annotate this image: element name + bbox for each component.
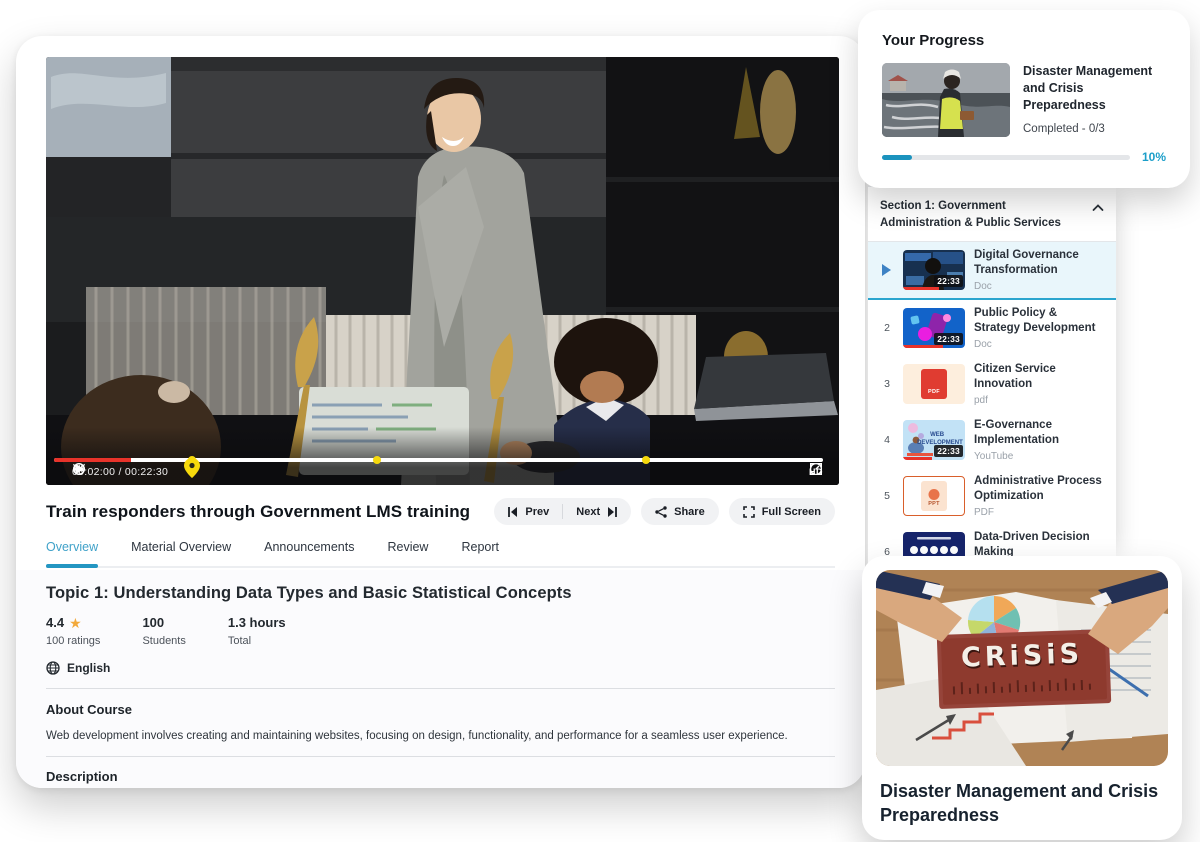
watched-strip xyxy=(903,457,932,460)
lesson-type: Doc xyxy=(974,339,1106,350)
lesson-item-5[interactable]: 5 PPT Administrative Process Optimizatio… xyxy=(868,468,1116,524)
lesson-item-4[interactable]: 4 WEB DEVELOPMENT 22:33 E-Governance Imp… xyxy=(868,412,1116,468)
tab-report[interactable]: Report xyxy=(461,540,499,566)
lesson-item-1[interactable]: 22:33 Digital Governance Transformation … xyxy=(868,242,1116,300)
video-marker-dot[interactable] xyxy=(373,456,381,464)
ppt-label: PPT xyxy=(928,501,940,507)
lesson-item-2[interactable]: 2 22:33 Public Policy & Strategy Develop… xyxy=(868,300,1116,356)
progress-bar-fill xyxy=(882,155,912,160)
lesson-title: Public Policy & Strategy Development xyxy=(974,306,1106,336)
progress-card-heading: Your Progress xyxy=(882,32,1166,49)
tab-material-overview[interactable]: Material Overview xyxy=(131,540,231,566)
share-button-label: Share xyxy=(674,506,705,518)
lesson-title: Citizen Service Innovation xyxy=(974,362,1106,392)
prev-button-label: Prev xyxy=(525,506,549,518)
crisis-image-word: CRiSiS xyxy=(960,639,1083,674)
pdf-label: PDF xyxy=(928,389,940,395)
ppt-file-icon: PPT xyxy=(921,481,947,511)
video-player[interactable]: 00:02:00 / 00:22:30 HD xyxy=(46,57,839,485)
share-icon xyxy=(655,506,667,518)
rating-stat: 4.4 ★ 100 ratings xyxy=(46,615,100,647)
course-sections-panel: Section 1: Government Administration & P… xyxy=(868,186,1116,565)
lesson-number: 4 xyxy=(880,434,894,446)
section-title: Section 1: Government Administration & P… xyxy=(880,198,1078,231)
your-progress-card: Your Progress Disaster Management and Cr… xyxy=(858,10,1190,188)
tab-announcements[interactable]: Announcements xyxy=(264,540,354,566)
lesson-number: 3 xyxy=(880,378,894,390)
lesson-type: Doc xyxy=(974,281,1106,292)
progress-course-thumbnail xyxy=(882,63,1010,137)
duration-label: Total xyxy=(228,635,286,647)
students-value: 100 xyxy=(142,615,164,630)
students-label: Students xyxy=(142,635,185,647)
duration-value: 1.3 hours xyxy=(228,615,286,630)
course-tabs: Overview Material Overview Announcements… xyxy=(46,540,835,568)
video-frame-scene xyxy=(46,57,839,485)
lesson-3-thumbnail: PDF xyxy=(903,364,965,404)
video-fullscreen-icon[interactable] xyxy=(809,462,823,476)
star-icon: ★ xyxy=(69,616,82,630)
share-button[interactable]: Share xyxy=(641,498,719,525)
pdf-file-icon: PDF xyxy=(921,369,947,399)
progress-bar-track xyxy=(882,155,1130,160)
rating-value: 4.4 xyxy=(46,615,64,630)
next-button-label: Next xyxy=(576,506,600,518)
description-heading[interactable]: Description xyxy=(46,769,835,784)
prev-button[interactable]: Prev xyxy=(494,506,562,518)
course-preview-image: CRiSiS xyxy=(876,570,1168,766)
tab-overview[interactable]: Overview xyxy=(46,540,98,566)
lesson-type: pdf xyxy=(974,395,1106,406)
about-course-heading: About Course xyxy=(46,702,835,717)
video-progress-bar[interactable] xyxy=(54,458,823,462)
duration-badge: 22:33 xyxy=(934,445,963,457)
prev-next-button-group: Prev Next xyxy=(494,498,631,525)
section-header[interactable]: Section 1: Government Administration & P… xyxy=(868,186,1116,242)
lesson-title: Administrative Process Optimization xyxy=(974,474,1106,504)
course-preview-card[interactable]: CRiSiS Disaster Management and Crisis Pr… xyxy=(862,556,1182,840)
lesson-1-thumbnail: 22:33 xyxy=(903,250,965,290)
course-preview-caption: Disaster Management and Crisis Preparedn… xyxy=(876,779,1168,828)
fullscreen-button-label: Full Screen xyxy=(762,506,821,518)
lesson-4-thumbnail: WEB DEVELOPMENT 22:33 xyxy=(903,420,965,460)
lesson-title: Digital Governance Transformation xyxy=(974,248,1106,278)
rating-label: 100 ratings xyxy=(46,635,100,647)
duration-badge: 22:33 xyxy=(934,333,963,345)
duration-badge: 22:33 xyxy=(934,275,963,287)
lesson-2-thumbnail: 22:33 xyxy=(903,308,965,348)
tab-review[interactable]: Review xyxy=(387,540,428,566)
next-button[interactable]: Next xyxy=(563,506,631,518)
progress-percent-label: 10% xyxy=(1142,150,1166,164)
lesson-type: YouTube xyxy=(974,451,1106,462)
lesson-number: 2 xyxy=(880,322,894,334)
volume-icon[interactable] xyxy=(72,462,86,476)
fullscreen-button[interactable]: Full Screen xyxy=(729,498,835,525)
course-title: Train responders through Government LMS … xyxy=(46,502,470,522)
watched-strip xyxy=(903,287,939,290)
video-timestamp: 00:02:00 / 00:22:30 xyxy=(72,466,168,478)
course-player-card: 00:02:00 / 00:22:30 HD Train responders … xyxy=(16,36,865,788)
next-icon xyxy=(606,506,618,518)
students-stat: 100 Students xyxy=(142,615,185,647)
lesson-number: 5 xyxy=(880,490,894,502)
lesson-item-3[interactable]: 3 PDF Citizen Service Innovation pdf xyxy=(868,356,1116,412)
language-label: English xyxy=(67,661,110,675)
chevron-up-icon[interactable] xyxy=(1092,202,1104,214)
progress-course-title: Disaster Management and Crisis Preparedn… xyxy=(1023,63,1166,114)
lesson-5-thumbnail: PPT xyxy=(903,476,965,516)
progress-completed-text: Completed - 0/3 xyxy=(1023,123,1166,135)
fullscreen-icon xyxy=(743,506,755,518)
prev-icon xyxy=(507,506,519,518)
topic-title: Topic 1: Understanding Data Types and Ba… xyxy=(46,584,835,603)
about-course-text: Web development involves creating and ma… xyxy=(46,730,835,757)
lesson-title: E-Governance Implementation xyxy=(974,418,1106,448)
lesson-type: PDF xyxy=(974,507,1106,518)
globe-icon xyxy=(46,661,60,675)
now-playing-icon xyxy=(882,264,891,276)
watched-strip xyxy=(903,345,943,348)
video-bookmark-pin-icon[interactable] xyxy=(184,458,200,478)
duration-stat: 1.3 hours Total xyxy=(228,615,286,647)
